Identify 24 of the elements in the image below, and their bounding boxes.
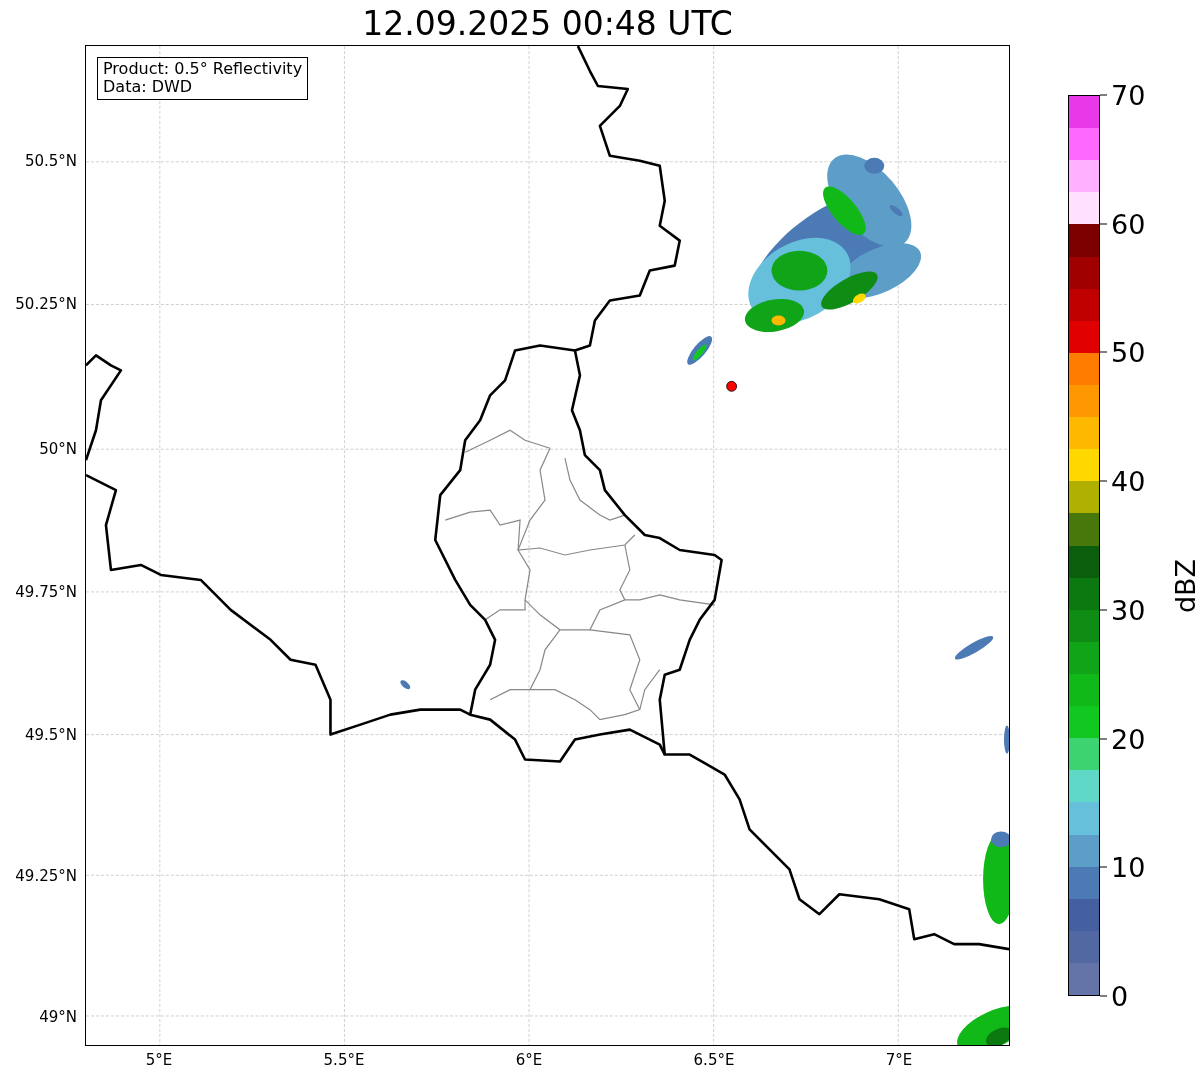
info-text: Product: 0.5° Reflectivity (103, 60, 303, 78)
latitude-label: 49.5°N (24, 726, 77, 744)
longitude-label: 5.5°E (323, 1051, 365, 1069)
scale-label: 10 (1111, 851, 1146, 883)
longitude-label: 6.5°E (693, 1051, 735, 1069)
scale-label: 70 (1111, 79, 1146, 111)
longitude-label: 6°E (515, 1051, 543, 1069)
longitude-label: 7°E (885, 1051, 913, 1069)
latitude-label: 49.25°N (15, 867, 77, 885)
scale-label: 0 (1111, 980, 1129, 1012)
latitude-label: 50.5°N (24, 152, 77, 170)
unit-label: dBZ (1169, 558, 1201, 613)
latitude-label: 49.75°N (15, 583, 77, 601)
scale-label: 50 (1111, 336, 1146, 368)
info-text: Data: DWD (103, 78, 194, 96)
latitude-label: 50°N (39, 440, 77, 458)
scale-label: 40 (1111, 465, 1146, 497)
latitude-label: 50.25°N (15, 295, 77, 313)
chart-title: 12.09.2025 00:48 UTC (361, 3, 734, 45)
scale-label: 60 (1111, 208, 1146, 240)
longitude-label: 5°E (145, 1051, 173, 1069)
scale-label: 20 (1111, 723, 1146, 755)
scale-label: 30 (1111, 594, 1146, 626)
latitude-label: 49°N (39, 1008, 77, 1026)
